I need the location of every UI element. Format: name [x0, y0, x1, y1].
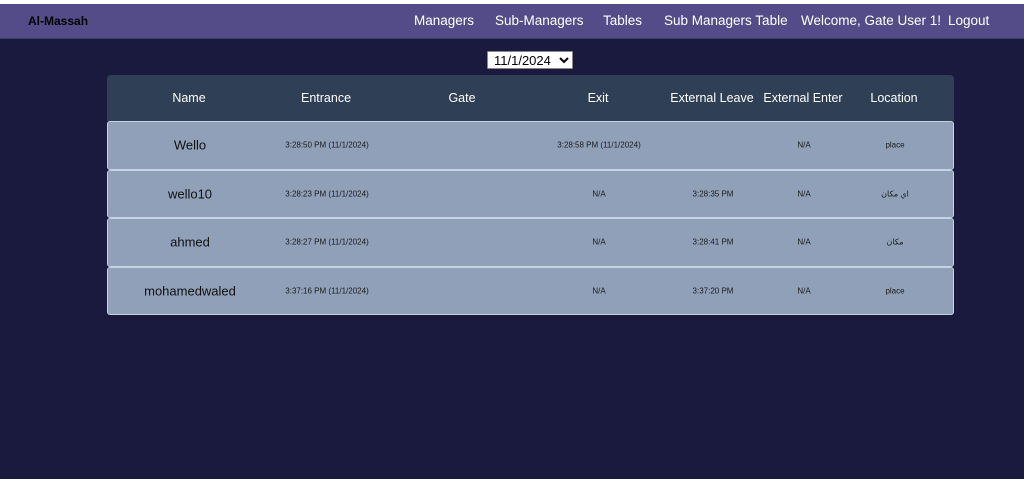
cell-entrance: 3:28:23 PM (11/1/2024) — [285, 189, 369, 199]
table-header: Name Entrance Gate Exit External Leave E… — [107, 75, 954, 121]
cell-location: مكان — [886, 237, 904, 247]
cell-entrance: 3:28:27 PM (11/1/2024) — [285, 237, 369, 247]
header-location: Location — [870, 91, 918, 105]
navbar: Al-Massah Managers Sub-Managers Tables S… — [0, 4, 1024, 39]
header-name: Name — [172, 91, 206, 105]
cell-exit: 3:28:58 PM (11/1/2024) — [557, 140, 641, 150]
cell-exit: N/A — [592, 286, 606, 296]
nav-link-managers[interactable]: Managers — [414, 13, 474, 28]
cell-exit: N/A — [592, 237, 606, 247]
cell-name: ahmed — [170, 234, 210, 250]
header-gate: Gate — [448, 91, 476, 105]
cell-external-enter: N/A — [797, 286, 811, 296]
cell-name: wello10 — [167, 186, 213, 202]
nav-link-tables[interactable]: Tables — [603, 13, 642, 28]
cell-external-enter: N/A — [797, 140, 811, 150]
cell-external-enter: N/A — [797, 189, 811, 199]
table-row: ahmed 3:28:27 PM (11/1/2024) N/A 3:28:41… — [107, 218, 954, 267]
cell-external-enter: N/A — [797, 237, 811, 247]
header-external-leave: External Leave — [670, 91, 754, 105]
cell-location: اي مكان — [881, 189, 909, 199]
cell-external-leave: 3:28:35 PM — [692, 189, 734, 199]
cell-entrance: 3:37:16 PM (11/1/2024) — [285, 286, 369, 296]
table-row: Wello 3:28:50 PM (11/1/2024) 3:28:58 PM … — [107, 121, 954, 170]
cell-exit: N/A — [592, 189, 606, 199]
cell-name: Wello — [173, 137, 207, 153]
cell-entrance: 3:28:50 PM (11/1/2024) — [285, 140, 369, 150]
cell-name: mohamedwaled — [144, 283, 236, 299]
header-exit: Exit — [587, 91, 609, 105]
table-row: wello10 3:28:23 PM (11/1/2024) N/A 3:28:… — [107, 169, 954, 218]
logout-link[interactable]: Logout — [948, 13, 989, 28]
header-external-enter: External Enter — [763, 91, 843, 105]
nav-link-sub-managers-table[interactable]: Sub Managers Table — [664, 13, 788, 28]
table-row: mohamedwaled 3:37:16 PM (11/1/2024) N/A … — [107, 266, 954, 315]
cell-location: place — [885, 286, 905, 296]
date-select[interactable]: 11/1/2024 — [487, 51, 573, 69]
brand-logo[interactable]: Al-Massah — [28, 14, 88, 28]
attendance-table: Name Entrance Gate Exit External Leave E… — [107, 75, 954, 315]
cell-external-leave: 3:28:41 PM — [692, 237, 734, 247]
nav-link-sub-managers[interactable]: Sub-Managers — [495, 13, 584, 28]
cell-external-leave: 3:37:20 PM — [692, 286, 734, 296]
cell-location: place — [885, 140, 905, 150]
welcome-text: Welcome, Gate User 1! — [801, 13, 942, 28]
header-entrance: Entrance — [300, 91, 352, 105]
